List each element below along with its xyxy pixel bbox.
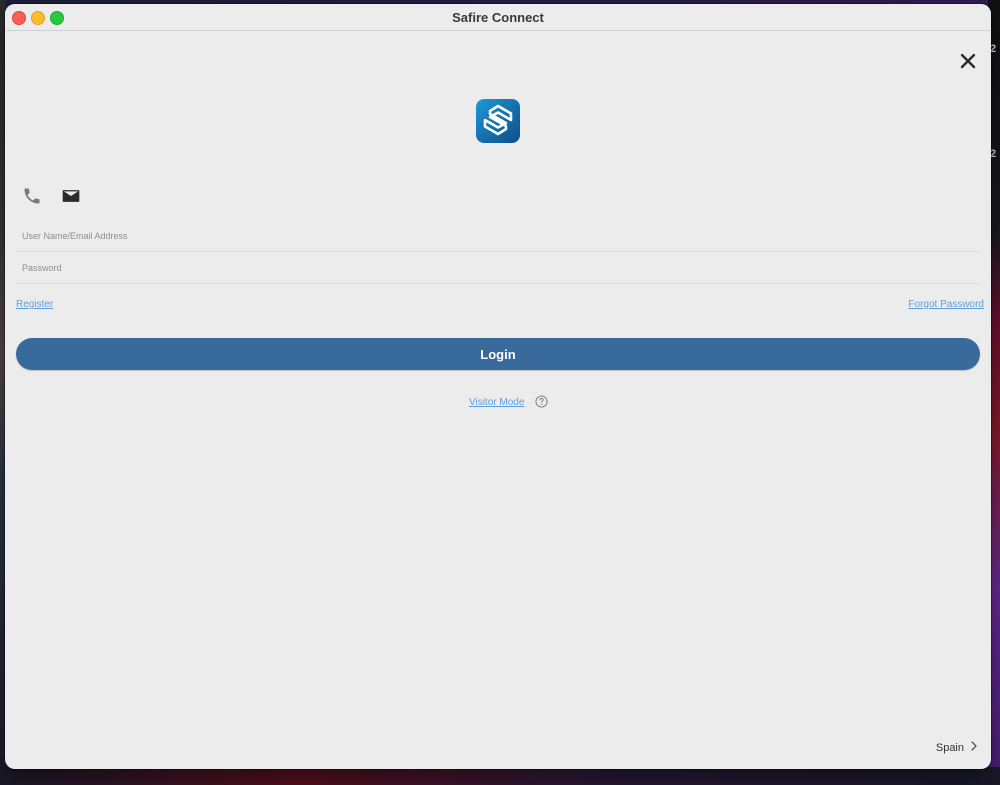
safire-logo-icon (476, 99, 520, 143)
region-selector[interactable]: Spain (936, 741, 978, 754)
title-bar[interactable]: Safire Connect (5, 4, 991, 31)
phone-icon[interactable] (22, 186, 42, 206)
window-title: Safire Connect (452, 10, 544, 25)
username-input[interactable] (22, 227, 962, 245)
forgot-password-link[interactable]: Forgot Password (908, 299, 984, 310)
visitor-mode-link[interactable]: Visitor Mode (469, 397, 524, 408)
login-button[interactable]: Login (16, 338, 980, 370)
app-window: Safire Connect Regi (5, 4, 991, 769)
password-input[interactable] (22, 259, 962, 277)
desktop-clock-digit: 2 (990, 43, 997, 55)
password-field-container (16, 253, 981, 284)
close-icon[interactable] (960, 53, 976, 69)
help-icon[interactable] (535, 395, 548, 408)
login-panel: Register Forgot Password Login Visitor M… (5, 31, 991, 769)
desktop-clock-digit: 2 (990, 148, 997, 160)
desktop-background-bottom (0, 767, 1000, 785)
username-field-container (16, 221, 981, 252)
region-label: Spain (935, 741, 964, 754)
mail-icon[interactable] (61, 186, 81, 206)
chevron-right-icon (970, 741, 978, 754)
register-link[interactable]: Register (16, 299, 53, 310)
